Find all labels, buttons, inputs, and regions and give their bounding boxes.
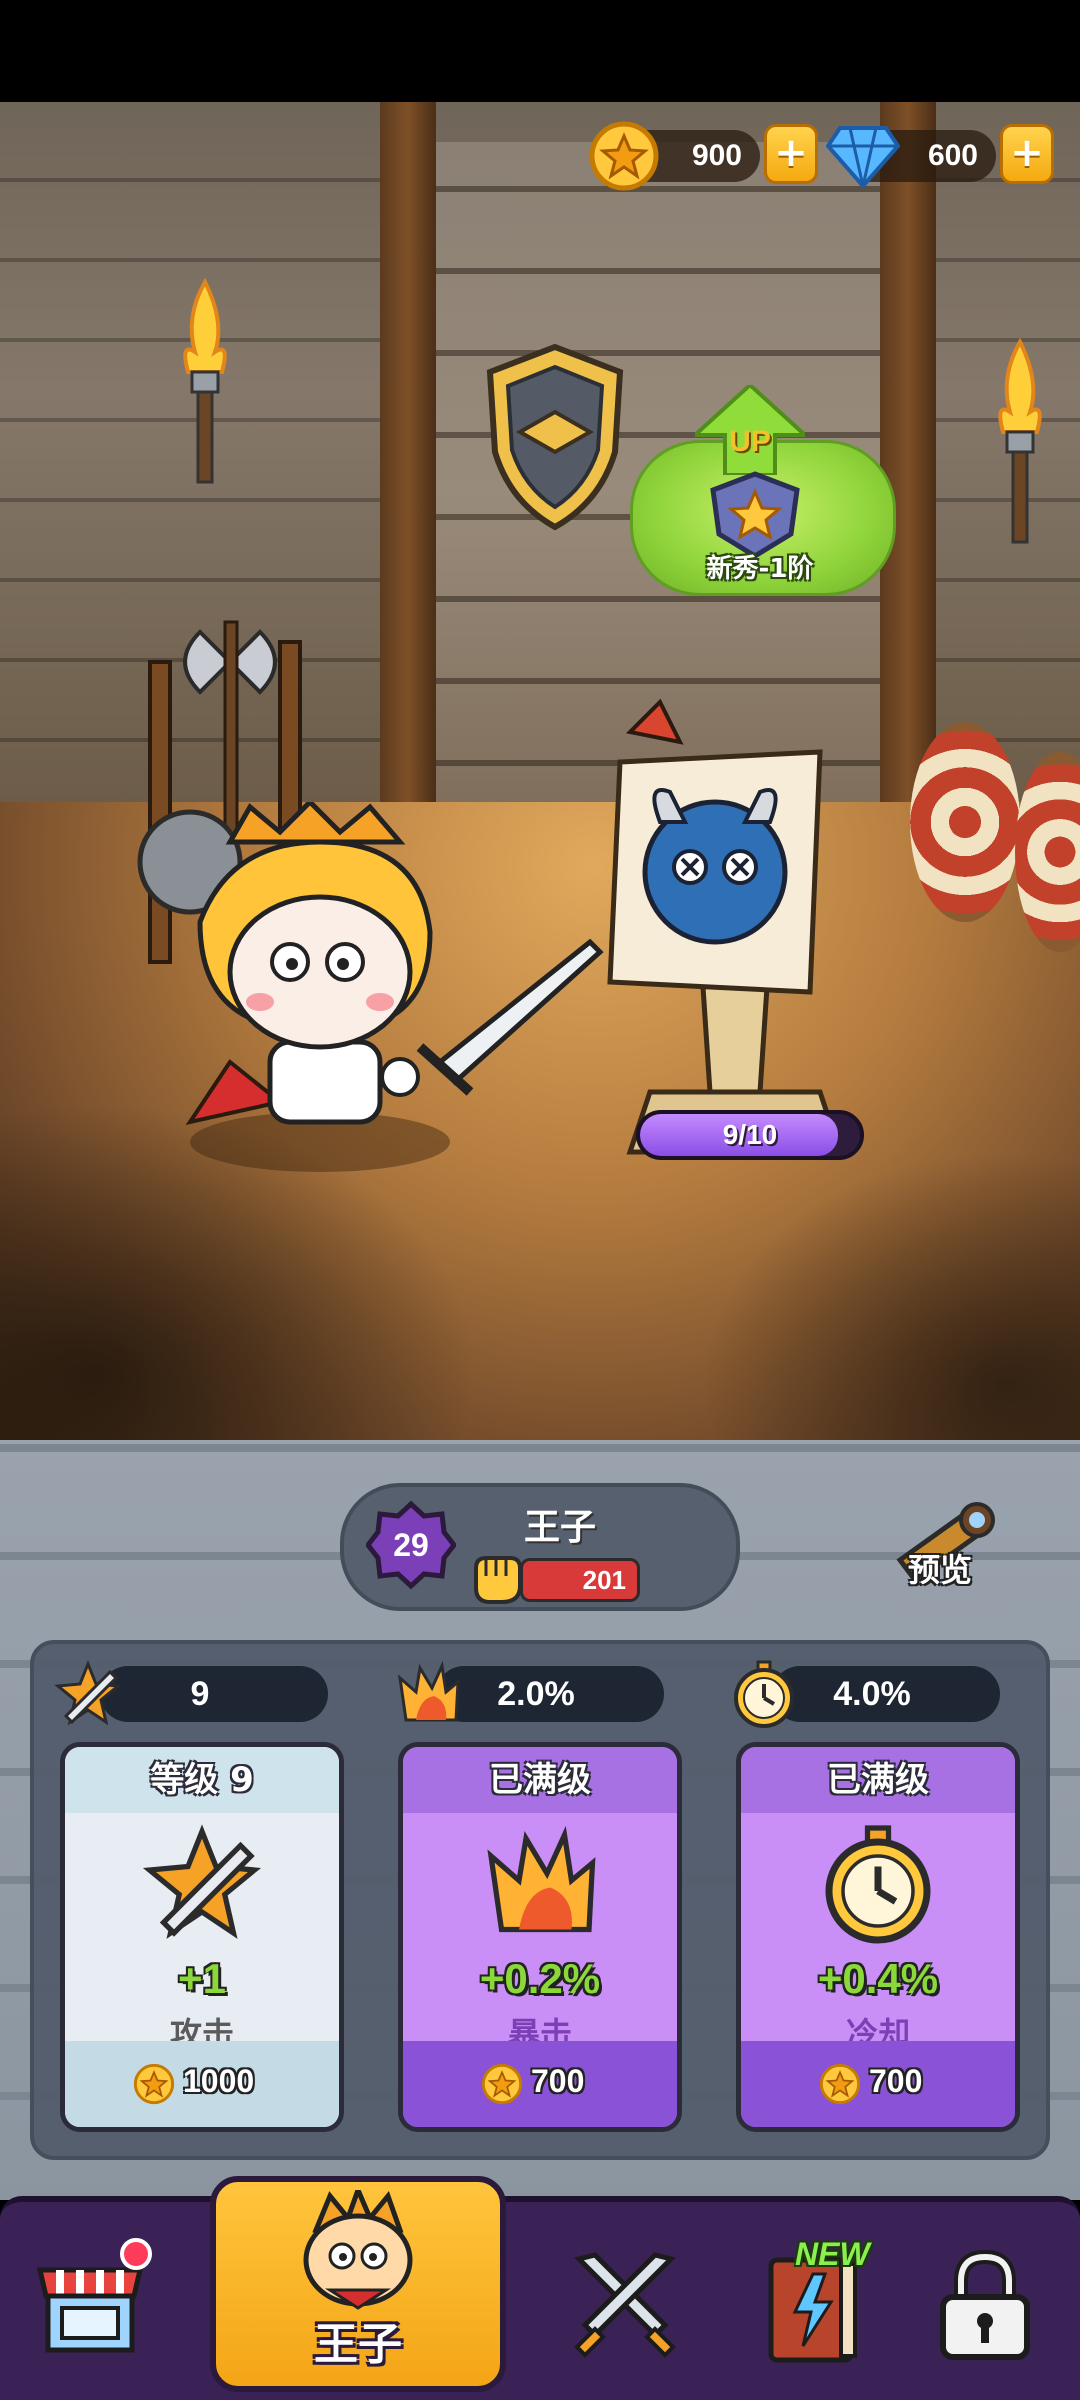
padlock-icon (940, 2249, 1030, 2360)
nav-battle[interactable] (560, 2240, 690, 2370)
prince-hero-sprite (185, 802, 604, 1172)
crit-stat-pill: 2.0% (436, 1666, 664, 1722)
crossed-swords-icon (574, 2252, 676, 2358)
wooden-pillar-right (880, 102, 936, 822)
card-header: 已满级 (403, 1747, 677, 1813)
card-bonus: +0.2% (479, 1955, 601, 2002)
crit-flame-icon (487, 1825, 596, 1933)
card-cost-area: 1000 (65, 2041, 339, 2127)
card-bonus: +1 (178, 1955, 226, 2002)
card-bonus: +0.4% (817, 1955, 939, 2002)
stopwatch-icon (825, 1825, 931, 1944)
card-cost: 1000 (183, 2063, 255, 2099)
card-cost: 700 (869, 2063, 923, 2099)
gold-star-coin-icon (133, 2063, 175, 2105)
hero-level: 29 (393, 1527, 429, 1563)
crit-flame-icon (397, 1660, 460, 1722)
cooldown-stat-pill: 4.0% (772, 1666, 1000, 1722)
attack-upgrade-card[interactable]: 等级 9 +1 攻击 1000 (60, 1742, 344, 2132)
sword-star-icon (54, 1659, 122, 1726)
card-cost-area: 700 (403, 2041, 677, 2127)
add-gem-button[interactable]: + (1000, 124, 1054, 184)
attack-stat-pill: 9 (100, 1666, 328, 1722)
bottom-navigation (0, 2196, 1080, 2400)
sword-star-icon (142, 1824, 262, 1939)
card-cost: 700 (531, 2063, 585, 2099)
add-gold-button[interactable]: + (764, 124, 818, 184)
card-header: 等级 9 (65, 1747, 339, 1813)
stopwatch-icon (734, 1660, 794, 1728)
shield-emblem-icon (486, 343, 624, 531)
blue-diamond-icon (826, 126, 900, 188)
rank-name: 新秀-1阶 (706, 554, 814, 584)
torch-icon (998, 337, 1042, 544)
card-header: 已满级 (741, 1747, 1015, 1813)
cooldown-upgrade-card[interactable]: 已满级 +0.4% 冷却 700 (736, 1742, 1020, 2132)
status-bar (0, 0, 1080, 102)
preview-button-label[interactable]: 预览 (880, 1545, 1000, 1595)
torch-icon (183, 277, 227, 484)
rank-star-medal-icon (710, 471, 800, 559)
cooldown-stat-value: 4.0% (833, 1675, 911, 1713)
archery-target (910, 722, 1020, 922)
prince-face-icon (303, 2190, 413, 2310)
game-scene (0, 102, 1080, 1440)
crit-stat-value: 2.0% (497, 1675, 575, 1713)
nav-locked[interactable] (920, 2240, 1050, 2370)
gold-star-coin-icon (481, 2063, 523, 2105)
new-badge: NEW (795, 2236, 870, 2272)
dummy-progress-text: 9/10 (722, 1119, 778, 1150)
shop-notification-dot (120, 2238, 152, 2270)
corner-shadow (700, 1152, 1080, 1440)
card-cost-area: 700 (741, 2041, 1015, 2127)
power-value: 201 (582, 1565, 626, 1595)
training-dummy-icon (607, 698, 844, 1155)
wooden-pillar-left (380, 102, 436, 822)
gold-star-coin-icon (589, 121, 659, 191)
hero-name: 王子 (523, 1507, 596, 1548)
attack-stat-value: 9 (190, 1675, 210, 1713)
gold-star-coin-icon (819, 2063, 861, 2105)
nav-hero-label: 王子 (314, 2319, 402, 2370)
crit-upgrade-card[interactable]: 已满级 +0.2% 暴击 700 (398, 1742, 682, 2132)
fist-icon (474, 1556, 522, 1604)
rank-up-label: UP (729, 425, 771, 458)
